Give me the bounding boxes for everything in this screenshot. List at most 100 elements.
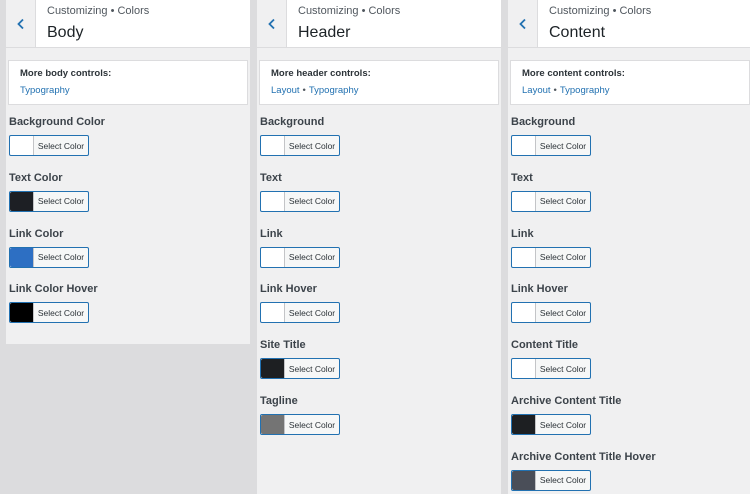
color-swatch [261,247,285,267]
color-control-content-text: Text Select Color [511,172,591,212]
select-color-button[interactable]: Select Color [511,469,591,491]
link-layout[interactable]: Layout [271,85,300,96]
section-heading: Customizing • Colors Body [36,0,149,47]
color-swatch [512,415,536,434]
color-control-header-site-title: Site Title Select Color [260,339,340,380]
select-color-label: Select Color [37,307,85,318]
more-controls-box: More body controls: Typography [8,60,248,105]
select-color-label: Select Color [37,140,85,151]
select-color-button[interactable]: Select Color [9,302,89,324]
color-control-header-background: Background Select Color [260,116,340,156]
breadcrumb: Customizing • Colors [298,5,401,17]
section-title: Content [549,24,606,41]
color-swatch [512,136,536,155]
chevron-left-icon [267,18,275,29]
color-control-body-link-color: Link Color Select Color [9,228,89,268]
chevron-left-icon [16,18,24,29]
select-color-label: Select Color [539,140,587,151]
select-color-button[interactable]: Select Color [260,135,340,156]
panel-header: Customizing • Colors Header More header co… [257,0,501,494]
color-control-content-link-hover: Link Hover Select Color [511,283,591,324]
select-color-button[interactable]: Select Color [511,135,591,156]
control-label: Background Color [9,116,105,128]
select-color-label: Select Color [288,363,336,374]
select-color-button[interactable]: Select Color [260,358,340,380]
color-swatch [10,191,34,211]
color-control-header-link-hover: Link Hover Select Color [260,283,340,324]
select-color-label: Select Color [539,307,587,318]
color-swatch [261,359,285,379]
select-color-button[interactable]: Select Color [511,190,591,212]
link-typography[interactable]: Typography [20,85,70,96]
control-label: Tagline [260,395,298,407]
control-label: Link Color Hover [9,283,98,296]
color-swatch [512,359,536,379]
panel-body: Customizing • Colors Body More body contro… [6,0,250,344]
more-controls-title: More content controls: [522,68,625,79]
more-controls-links: Layout • Typography [271,85,488,97]
section-header: Customizing • Colors Content [508,0,750,48]
control-label: Link [260,227,283,240]
link-separator: • [302,85,306,96]
color-swatch [512,247,536,267]
section-heading: Customizing • Colors Header [287,0,400,47]
color-swatch [261,191,285,211]
link-separator: • [553,85,557,96]
color-control-body-background-color: Background Color Select Color [9,116,105,156]
select-color-button[interactable]: Select Color [9,135,89,156]
back-button[interactable] [257,0,287,47]
more-controls-title: More header controls: [271,68,371,79]
more-controls-links: Layout • Typography [522,85,739,97]
select-color-label: Select Color [37,252,85,263]
link-typography[interactable]: Typography [309,85,359,96]
section-header: Customizing • Colors Header [257,0,501,48]
select-color-button[interactable]: Select Color [9,246,89,268]
color-swatch [10,136,34,155]
color-swatch [512,303,536,323]
select-color-label: Select Color [288,140,336,151]
select-color-button[interactable]: Select Color [260,190,340,212]
color-control-header-link: Link Select Color [260,228,340,268]
control-label: Link Hover [511,283,568,296]
select-color-label: Select Color [539,196,587,207]
select-color-button[interactable]: Select Color [260,302,340,324]
color-control-content-link: Link Select Color [511,228,591,268]
link-layout[interactable]: Layout [522,85,551,96]
color-swatch [261,136,285,155]
select-color-button[interactable]: Select Color [511,414,591,435]
select-color-label: Select Color [288,252,336,263]
control-label: Site Title [260,339,306,352]
select-color-label: Select Color [288,196,336,207]
back-button[interactable] [508,0,538,47]
select-color-button[interactable]: Select Color [260,414,340,435]
select-color-button[interactable]: Select Color [511,246,591,268]
back-button[interactable] [6,0,36,47]
control-label: Text Color [9,171,63,184]
more-controls-box: More header controls: Layout • Typography [259,60,499,105]
color-swatch [261,303,285,323]
color-swatch [512,191,536,211]
color-control-body-link-color-hover: Link Color Hover Select Color [9,283,98,324]
select-color-label: Select Color [288,419,336,430]
select-color-button[interactable]: Select Color [511,302,591,324]
color-control-content-background: Background Select Color [511,116,591,156]
section-title: Header [298,24,351,41]
select-color-label: Select Color [539,419,587,430]
select-color-label: Select Color [288,307,336,318]
control-label: Text [511,171,533,184]
link-typography[interactable]: Typography [560,85,610,96]
color-control-header-text: Text Select Color [260,172,340,212]
control-label: Background [511,116,576,128]
control-label: Link [511,227,534,240]
control-label: Link Hover [260,283,317,296]
select-color-label: Select Color [539,475,587,486]
color-swatch [10,247,34,267]
color-swatch [512,470,536,490]
breadcrumb: Customizing • Colors [47,5,150,17]
color-swatch [261,415,285,434]
select-color-button[interactable]: Select Color [260,246,340,268]
section-heading: Customizing • Colors Content [538,0,651,47]
select-color-button[interactable]: Select Color [511,358,591,380]
select-color-button[interactable]: Select Color [9,190,89,212]
color-swatch [10,303,34,323]
